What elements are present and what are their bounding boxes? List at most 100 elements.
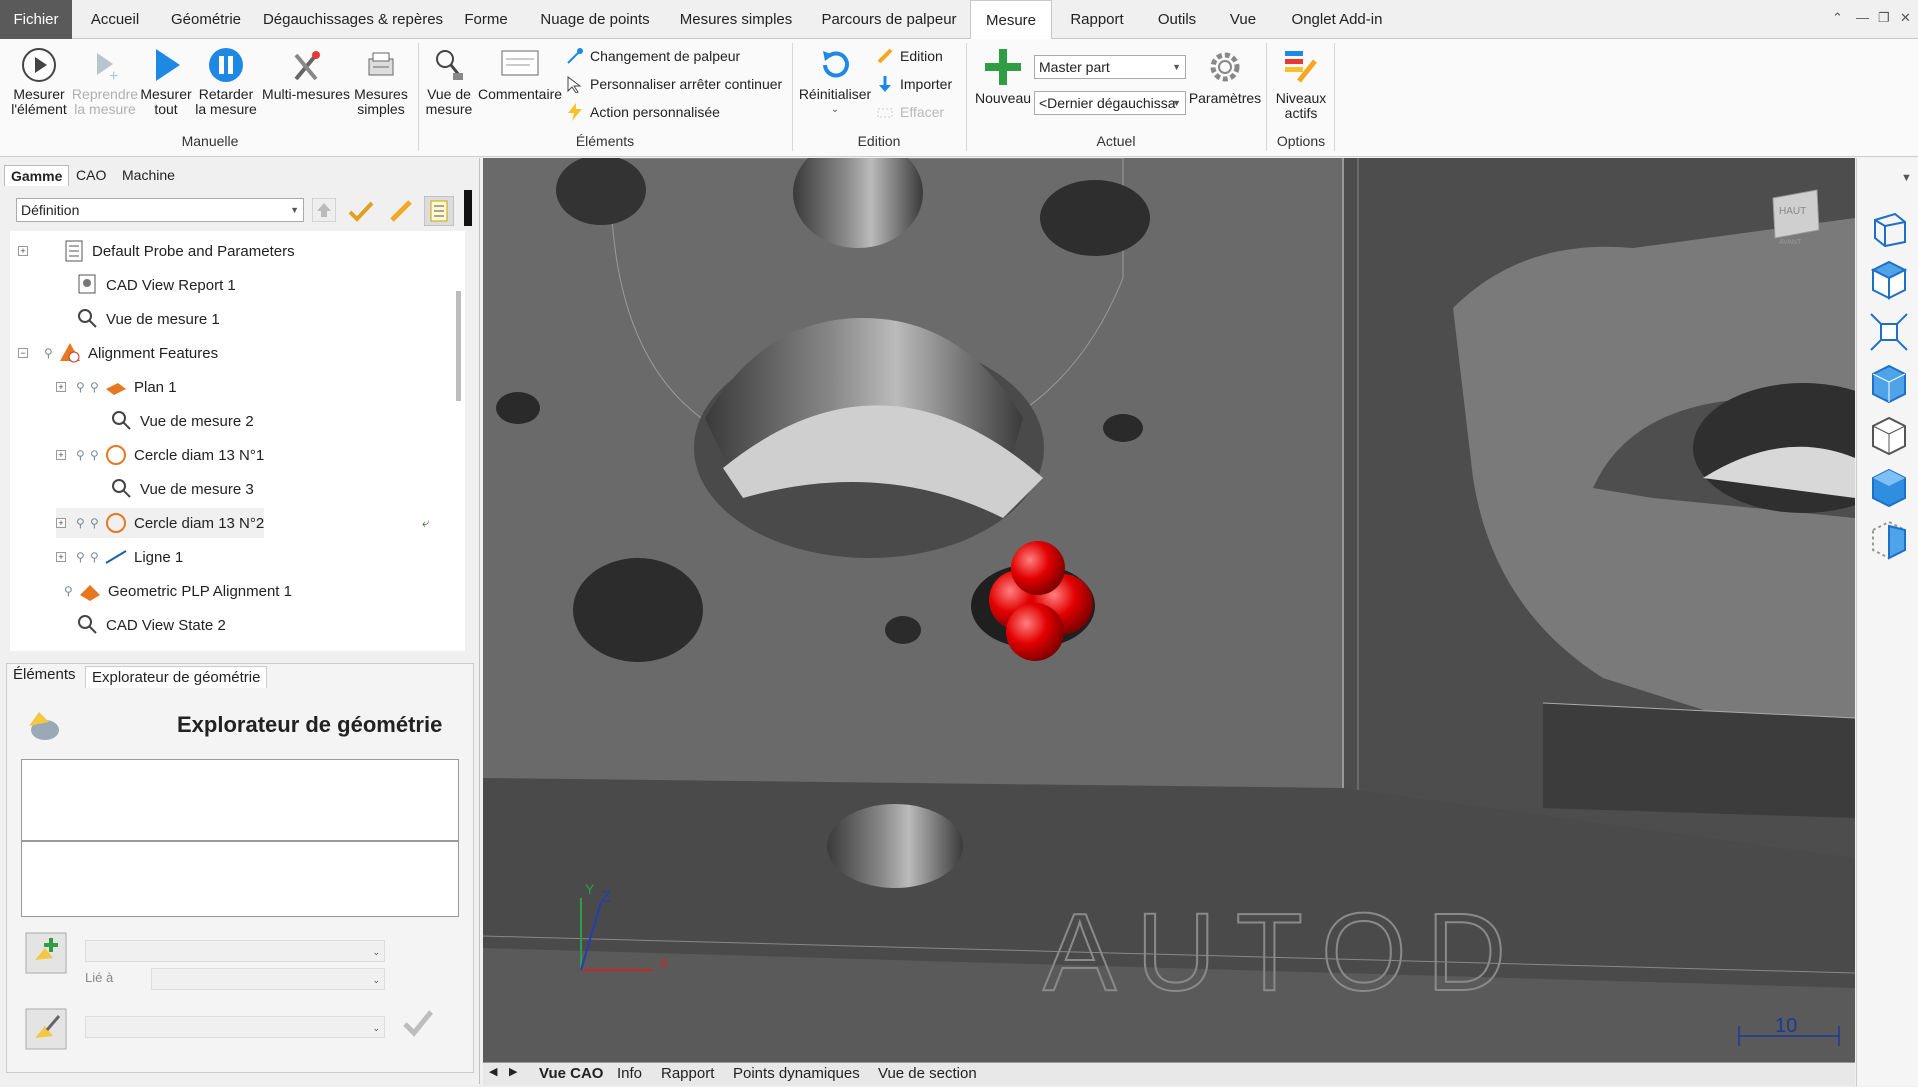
collapse-icon[interactable]: − bbox=[18, 348, 28, 358]
tree-node-cercle-2[interactable]: + ⚲ ⚲ Cercle diam 13 N°2 bbox=[56, 508, 265, 538]
pin-icon[interactable]: ⚲ bbox=[76, 516, 86, 530]
personnaliser-arreter-button[interactable]: Personnaliser arrêter continuer bbox=[566, 75, 782, 93]
restore-icon[interactable]: ❐ bbox=[1878, 10, 1890, 26]
tree-node-default-probe[interactable]: + Default Probe and Parameters bbox=[18, 236, 295, 266]
tab-parcours-de-palpeur[interactable]: Parcours de palpeur bbox=[815, 0, 963, 39]
check-icon[interactable] bbox=[401, 1006, 435, 1040]
tree-node-vue-mesure-1[interactable]: Vue de mesure 1 bbox=[76, 304, 220, 334]
tab-explorateur-geometrie[interactable]: Explorateur de géométrie bbox=[85, 666, 268, 688]
tab-vue-cao[interactable]: Vue CAO bbox=[539, 1065, 603, 1082]
multi-mesures-button[interactable]: Multi-mesures bbox=[258, 47, 354, 102]
pin-icon[interactable]: ⚲ bbox=[90, 380, 100, 394]
tree-node-ligne-1[interactable]: + ⚲ ⚲ Ligne 1 bbox=[56, 542, 183, 572]
pin-icon[interactable]: ⚲ bbox=[90, 448, 100, 462]
tab-scroll-left-icon[interactable]: ◀ bbox=[489, 1065, 497, 1078]
alignment-select[interactable]: <Dernier dégauchissa ▼ bbox=[1034, 91, 1186, 115]
pencil-icon[interactable] bbox=[388, 198, 414, 224]
mesures-simples-button[interactable]: Mesures simples bbox=[354, 47, 408, 117]
tree-node-alignment-features[interactable]: − ⚲ Alignment Features bbox=[18, 338, 218, 368]
edition-button[interactable]: Edition bbox=[876, 47, 943, 65]
tab-outils[interactable]: Outils bbox=[1148, 0, 1206, 39]
geometry-edit-select[interactable]: ⌄ bbox=[85, 1016, 385, 1038]
add-geometry-icon[interactable] bbox=[25, 932, 67, 974]
minimize-icon[interactable]: — bbox=[1856, 10, 1869, 25]
commentaire-button[interactable]: Commentaire bbox=[476, 47, 564, 102]
collapse-ribbon-icon[interactable]: ⌃ bbox=[1832, 10, 1843, 26]
tab-degauchissages[interactable]: Dégauchissages & repères bbox=[262, 0, 444, 39]
fit-view-icon[interactable] bbox=[1867, 310, 1911, 354]
importer-button[interactable]: Importer bbox=[876, 75, 952, 93]
pin-icon[interactable]: ⚲ bbox=[64, 584, 74, 598]
tab-gamme[interactable]: Gamme bbox=[4, 165, 70, 186]
close-icon[interactable]: ✕ bbox=[1900, 10, 1911, 26]
niveaux-actifs-button[interactable]: Niveaux actifs bbox=[1272, 47, 1330, 121]
check-pencil-icon[interactable] bbox=[346, 198, 376, 224]
move-up-icon[interactable] bbox=[312, 198, 336, 222]
tree-node-plan-1[interactable]: + ⚲ ⚲ Plan 1 bbox=[56, 372, 177, 402]
geometry-list-top[interactable] bbox=[21, 759, 459, 841]
reinitialiser-button[interactable]: Réinitialiser ⌄ bbox=[798, 47, 872, 117]
pin-icon[interactable]: ⚲ bbox=[44, 346, 54, 360]
cad-viewport[interactable]: Y Z X AUTOD HAUT AVANT 10 bbox=[483, 158, 1855, 1062]
definition-select[interactable]: Définition ▼ bbox=[16, 198, 304, 222]
tab-mesures-simples[interactable]: Mesures simples bbox=[670, 0, 802, 39]
tab-forme[interactable]: Forme bbox=[455, 0, 517, 39]
tree-node-geometric-plp[interactable]: ⚲ Geometric PLP Alignment 1 bbox=[64, 576, 292, 606]
effacer-button[interactable]: Effacer bbox=[876, 103, 944, 121]
tab-onglet-add-in[interactable]: Onglet Add-in bbox=[1282, 0, 1392, 39]
tree-node-cad-view-report[interactable]: CAD View Report 1 bbox=[76, 270, 236, 300]
tree-node-cad-view-state[interactable]: CAD View State 2 bbox=[76, 610, 226, 640]
geometry-list-bottom[interactable] bbox=[21, 841, 459, 917]
retarder-mesure-button[interactable]: Retarder la mesure bbox=[194, 47, 258, 117]
wireframe-cube-icon[interactable] bbox=[1867, 206, 1911, 250]
section-cube-icon[interactable] bbox=[1867, 518, 1911, 562]
expand-icon[interactable]: + bbox=[18, 246, 28, 256]
lie-a-select[interactable]: ⌄ bbox=[151, 968, 385, 990]
tab-nuage-de-points[interactable]: Nuage de points bbox=[530, 0, 660, 39]
pin-icon[interactable]: ⚲ bbox=[76, 550, 86, 564]
edit-geometry-icon[interactable] bbox=[25, 1008, 67, 1050]
reprendre-mesure-button[interactable]: + Reprendre la mesure bbox=[70, 47, 140, 117]
solid-cube-icon[interactable] bbox=[1867, 362, 1911, 406]
tab-fichier[interactable]: Fichier bbox=[0, 0, 72, 39]
cad-model-render[interactable]: Y Z X AUTOD HAUT AVANT 10 bbox=[483, 158, 1855, 1062]
nouveau-button[interactable]: Nouveau bbox=[972, 47, 1034, 106]
vue-de-mesure-button[interactable]: Vue de mesure bbox=[424, 47, 474, 117]
pin-icon[interactable]: ⚲ bbox=[90, 516, 100, 530]
tab-vue-de-section[interactable]: Vue de section bbox=[878, 1065, 977, 1082]
tab-accueil[interactable]: Accueil bbox=[80, 0, 150, 39]
tree-node-vue-mesure-2[interactable]: Vue de mesure 2 bbox=[110, 406, 254, 436]
expand-icon[interactable]: + bbox=[56, 382, 66, 392]
tree-node-cercle-1[interactable]: + ⚲ ⚲ Cercle diam 13 N°1 bbox=[56, 440, 264, 470]
tab-info[interactable]: Info bbox=[617, 1065, 642, 1082]
expand-icon[interactable]: + bbox=[56, 518, 66, 528]
tree-node-vue-mesure-3[interactable]: Vue de mesure 3 bbox=[110, 474, 254, 504]
hidden-line-icon[interactable] bbox=[1867, 414, 1911, 458]
mesurer-element-button[interactable]: Mesurer l'élément bbox=[8, 47, 70, 117]
pin-icon[interactable]: ⚲ bbox=[76, 380, 86, 394]
tab-scroll-right-icon[interactable]: ▶ bbox=[509, 1065, 517, 1078]
tab-points-dynamiques[interactable]: Points dynamiques bbox=[733, 1065, 860, 1082]
tab-cao[interactable]: CAO bbox=[76, 167, 106, 183]
tab-mesure[interactable]: Mesure bbox=[970, 0, 1052, 40]
mesurer-tout-button[interactable]: Mesurer tout bbox=[140, 47, 192, 117]
shaded-cube-icon[interactable] bbox=[1867, 466, 1911, 510]
tree-scrollbar[interactable] bbox=[456, 291, 461, 401]
reinitialiser-dropdown-icon[interactable]: ⌄ bbox=[798, 102, 872, 117]
iso-view-icon[interactable] bbox=[1867, 258, 1911, 302]
expand-icon[interactable]: + bbox=[56, 552, 66, 562]
toolbar-dropdown-icon[interactable]: ▼ bbox=[1901, 172, 1912, 184]
tab-rapport-view[interactable]: Rapport bbox=[661, 1065, 714, 1082]
tab-machine[interactable]: Machine bbox=[122, 167, 175, 183]
list-view-icon[interactable] bbox=[424, 196, 454, 226]
parametres-button[interactable]: Paramètres bbox=[1188, 47, 1262, 106]
pin-icon[interactable]: ⚲ bbox=[90, 550, 100, 564]
expand-icon[interactable]: + bbox=[56, 450, 66, 460]
tab-elements[interactable]: Éléments bbox=[13, 666, 76, 683]
action-personnalisee-button[interactable]: Action personnalisée bbox=[566, 103, 720, 121]
part-select[interactable]: Master part ▼ bbox=[1034, 55, 1186, 79]
pin-icon[interactable]: ⚲ bbox=[76, 448, 86, 462]
changement-palpeur-button[interactable]: Changement de palpeur bbox=[566, 47, 740, 65]
tab-geometrie[interactable]: Géométrie bbox=[160, 0, 252, 39]
geometry-type-select[interactable]: ⌄ bbox=[85, 940, 385, 962]
